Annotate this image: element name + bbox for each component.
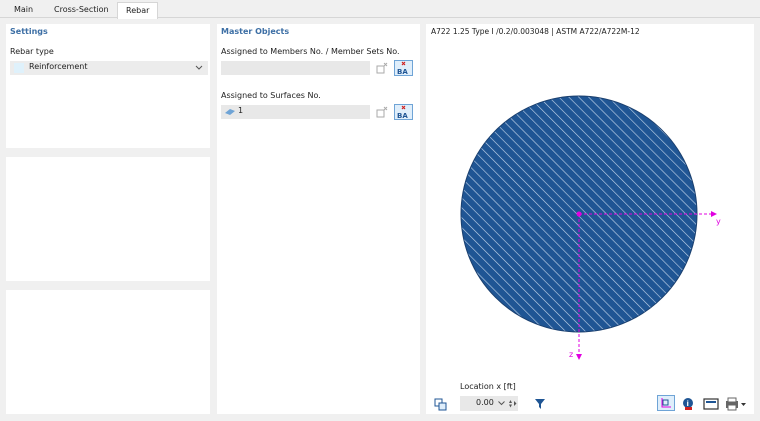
empty-panel-middle (6, 157, 210, 281)
cross-section-graphic[interactable] (426, 24, 754, 394)
preview-panel: A722 1.25 Type I /0.2/0.003048 | ASTM A7… (426, 24, 754, 414)
clear-members-button[interactable]: BA (394, 60, 413, 76)
select-surfaces-button[interactable] (373, 104, 392, 120)
empty-panel-bottom (6, 290, 210, 414)
members-label: Assigned to Members No. / Member Sets No… (221, 47, 400, 56)
axis-z-label: z (569, 350, 574, 359)
surfaces-input[interactable]: 1 (221, 105, 370, 119)
pick-objects-icon (376, 106, 388, 118)
rebar-type-label: Rebar type (10, 47, 54, 56)
svg-text:BA: BA (397, 68, 408, 75)
chevron-down-icon[interactable] (195, 65, 203, 71)
tab-cross-section[interactable]: Cross-Section (46, 2, 117, 18)
location-label: Location x [ft] (460, 382, 516, 391)
svg-text:BA: BA (397, 112, 408, 119)
pick-objects-icon (376, 62, 388, 74)
pick-location-button[interactable] (532, 396, 548, 412)
info-icon: i (683, 398, 693, 410)
settings-panel: Settings Rebar type Reinforcement (6, 24, 210, 148)
show-axes-button[interactable] (657, 395, 675, 411)
section-view-icon (434, 398, 447, 411)
tab-rebar[interactable]: Rebar (117, 2, 159, 19)
rebar-type-swatch-icon (14, 63, 24, 73)
master-objects-title: Master Objects (221, 27, 290, 36)
tab-main[interactable]: Main (6, 2, 41, 18)
printer-icon (726, 397, 746, 411)
surfaces-value: 1 (238, 106, 244, 115)
svg-text:i: i (687, 400, 689, 408)
clear-surfaces-button[interactable]: BA (394, 104, 413, 120)
info-button[interactable]: i (679, 396, 697, 412)
settings-title: Settings (10, 27, 48, 36)
print-button[interactable] (724, 396, 748, 412)
chevron-down-icon[interactable] (498, 401, 505, 406)
location-spinner[interactable]: 0.00 (460, 396, 518, 411)
tab-bar: Main Cross-Section Rebar (0, 0, 760, 19)
axis-y-label: y (716, 217, 721, 226)
axes-icon (661, 398, 671, 408)
view-settings-button[interactable] (432, 396, 450, 412)
monitor-icon (703, 398, 719, 410)
select-objects-button[interactable] (373, 60, 392, 76)
clear-selection-icon: BA (397, 105, 408, 120)
pick-arrow-icon (535, 399, 545, 409)
rebar-type-value: Reinforcement (29, 62, 88, 71)
members-input[interactable] (221, 61, 370, 75)
surface-icon (225, 109, 235, 115)
clear-selection-icon: BA (397, 61, 408, 76)
display-button[interactable] (702, 396, 720, 412)
surfaces-label: Assigned to Surfaces No. (221, 91, 321, 100)
master-objects-panel: Master Objects Assigned to Members No. /… (217, 24, 420, 414)
location-value: 0.00 (476, 398, 494, 407)
spinner-arrows-icon[interactable] (508, 399, 517, 408)
rebar-type-select[interactable]: Reinforcement (10, 61, 208, 75)
